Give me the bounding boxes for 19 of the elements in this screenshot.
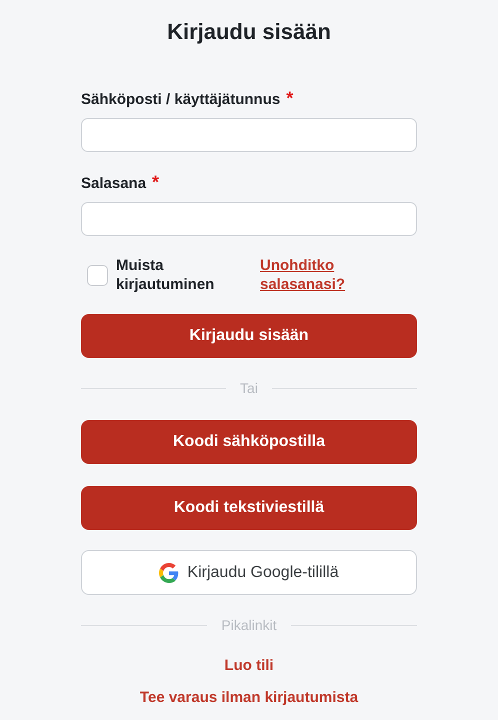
google-sign-in-button[interactable]: Kirjaudu Google-tilillä [81, 550, 417, 595]
input-field[interactable] [81, 202, 417, 236]
primary-button[interactable]: Kirjaudu sisään [81, 314, 417, 358]
page-title: Kirjaudu sisään [167, 18, 331, 46]
primary-button[interactable]: Koodi sähköpostilla [81, 420, 417, 464]
primary-button[interactable]: Koodi tekstiviestillä [81, 486, 417, 530]
required-mark: * [152, 174, 160, 190]
field-label: Sähköposti / käyttäjätunnus [81, 90, 280, 110]
google-g-icon [159, 562, 180, 582]
checkbox-label: Muista kirjautuminen [116, 256, 216, 294]
divider-label: Tai [239, 379, 259, 397]
divider-label: Pikalinkit [220, 616, 278, 634]
required-mark: * [286, 90, 294, 106]
input-field[interactable] [81, 118, 417, 152]
field-label: Salasana [81, 174, 146, 194]
quick-link[interactable]: Tee varaus ilman kirjautumista [140, 688, 358, 707]
quick-link[interactable]: Luo tili [224, 656, 274, 675]
checkbox[interactable] [87, 264, 108, 286]
forgot-password-link[interactable]: Unohditko salasanasi? [260, 256, 360, 294]
